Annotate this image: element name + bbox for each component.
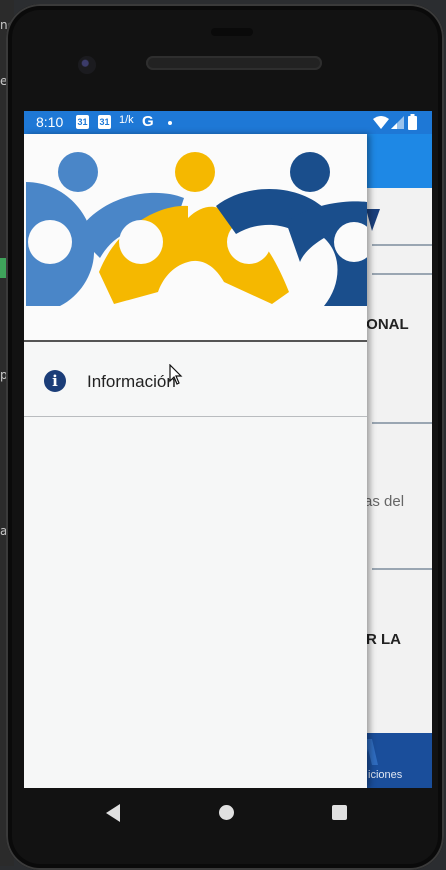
partial-logo-icon bbox=[366, 209, 380, 231]
card-text: as del bbox=[364, 493, 405, 510]
card-title: R LA bbox=[366, 631, 401, 648]
app-logo bbox=[26, 152, 374, 306]
divider bbox=[372, 244, 432, 246]
status-time: 8:10 bbox=[36, 114, 64, 130]
google-icon: G bbox=[142, 113, 154, 130]
system-navigation-bar bbox=[24, 788, 432, 838]
card-title: IONAL bbox=[362, 316, 409, 333]
calendar-icon: 31 bbox=[76, 115, 89, 129]
bottom-navigation[interactable]: iciones bbox=[358, 733, 432, 788]
status-bar: 8:10 31 31 1/k G bbox=[24, 111, 432, 134]
mouse-cursor bbox=[169, 364, 183, 385]
logo-figure-center bbox=[99, 152, 289, 304]
device-screen: 8:10 31 31 1/k G IONAL as del R LA icion… bbox=[24, 111, 432, 788]
divider bbox=[372, 273, 432, 275]
divider bbox=[372, 568, 432, 570]
info-icon: i bbox=[44, 370, 66, 392]
drawer-item-label: Información bbox=[87, 372, 176, 391]
drawer-header bbox=[24, 134, 374, 342]
data-saver-icon: 1/k bbox=[119, 114, 134, 126]
back-button[interactable] bbox=[106, 804, 120, 822]
recents-button[interactable] bbox=[332, 805, 347, 820]
home-button[interactable] bbox=[219, 805, 234, 820]
divider bbox=[372, 422, 432, 424]
signal-icon bbox=[391, 116, 404, 129]
bottom-nav-label: iciones bbox=[368, 769, 403, 781]
calendar-icon: 31 bbox=[98, 115, 111, 129]
phone-speaker bbox=[146, 56, 322, 70]
navigation-drawer: i Información bbox=[24, 134, 374, 788]
drawer-item-informacion[interactable]: i Información bbox=[24, 344, 367, 417]
wifi-icon bbox=[373, 116, 389, 129]
front-camera bbox=[78, 56, 96, 74]
battery-icon bbox=[408, 114, 417, 130]
phone-earpiece-notch bbox=[211, 28, 253, 36]
dot-icon bbox=[168, 121, 172, 125]
